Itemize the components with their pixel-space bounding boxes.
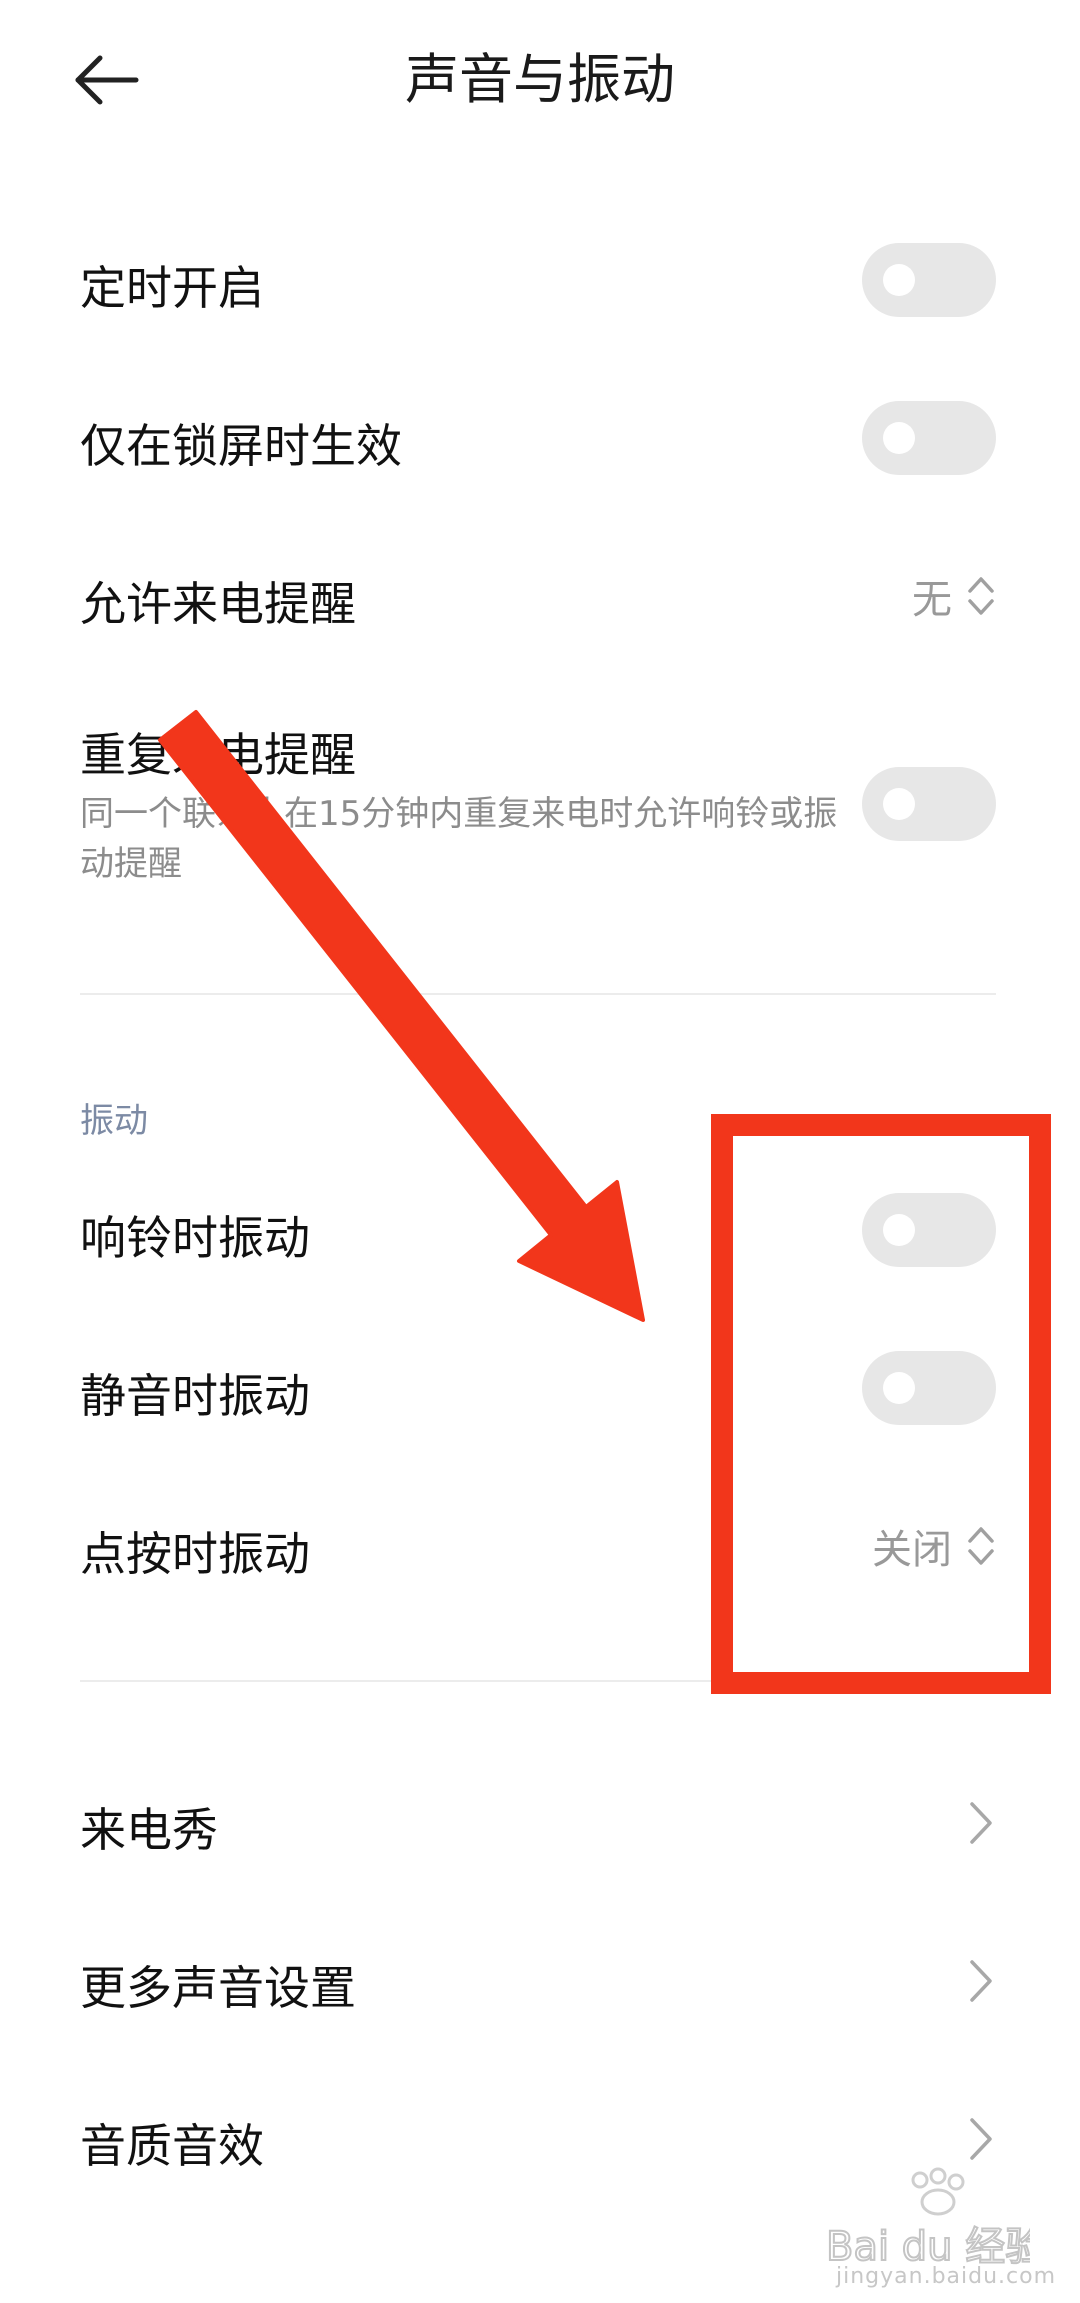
divider (80, 993, 996, 995)
divider (80, 1680, 996, 1682)
section-header-vibration: 振动 (80, 1101, 148, 1141)
watermark-url: jingyan.baidu.com (836, 2264, 1057, 2289)
row-repeat-calls[interactable]: 重复来电提醒 同一个联系人在15分钟内重复来电时允许响铃或振动提醒 (0, 705, 1080, 905)
toggle-knob (883, 1372, 915, 1404)
row-label: 来电秀 (80, 1803, 218, 1857)
settings-screen: 声音与振动 定时开启 仅在锁屏时生效 允许来电提醒 无 重复来电提醒 同一个联系… (0, 0, 1080, 2303)
tap-vibrate-selector[interactable]: 关闭 (872, 1516, 996, 1576)
allow-calls-value: 无 (912, 577, 952, 623)
chevron-right-icon (970, 1802, 992, 1844)
page-title: 声音与振动 (405, 48, 675, 111)
toggle-knob (883, 264, 915, 296)
toggle-knob (883, 422, 915, 454)
row-silent-vibrate[interactable]: 静音时振动 (0, 1338, 1080, 1438)
row-label: 更多声音设置 (80, 1961, 356, 2015)
row-lock-screen-only[interactable]: 仅在锁屏时生效 (0, 388, 1080, 488)
scheduled-on-toggle[interactable] (862, 243, 996, 317)
header: 声音与振动 (0, 0, 1080, 160)
row-audio-quality[interactable]: 音质音效 (0, 2088, 1080, 2188)
row-description: 同一个联系人在15分钟内重复来电时允许响铃或振动提醒 (80, 794, 838, 884)
chevron-right-icon (970, 2118, 992, 2160)
ring-vibrate-toggle[interactable] (862, 1193, 996, 1267)
up-down-chevron-icon (968, 1527, 994, 1565)
chevron-right-icon (970, 1960, 992, 2002)
row-label: 音质音效 (80, 2119, 264, 2173)
row-tap-vibrate[interactable]: 点按时振动 关闭 (0, 1496, 1080, 1596)
row-incoming-show[interactable]: 来电秀 (0, 1772, 1080, 1872)
row-label: 静音时振动 (80, 1369, 310, 1423)
silent-vibrate-toggle[interactable] (862, 1351, 996, 1425)
row-ring-vibrate[interactable]: 响铃时振动 (0, 1180, 1080, 1280)
row-more-sound-settings[interactable]: 更多声音设置 (0, 1930, 1080, 2030)
lock-screen-only-toggle[interactable] (862, 401, 996, 475)
row-label: 定时开启 (80, 261, 264, 315)
toggle-knob (883, 788, 915, 820)
row-allow-calls[interactable]: 允许来电提醒 无 (0, 546, 1080, 646)
row-label: 仅在锁屏时生效 (80, 419, 402, 473)
row-label: 允许来电提醒 (80, 577, 356, 631)
row-label: 响铃时振动 (80, 1211, 310, 1265)
row-label: 重复来电提醒 (80, 728, 356, 782)
tap-vibrate-value: 关闭 (872, 1527, 952, 1573)
up-down-chevron-icon (968, 577, 994, 615)
toggle-knob (883, 1214, 915, 1246)
row-scheduled-on[interactable]: 定时开启 (0, 230, 1080, 330)
allow-calls-selector[interactable]: 无 (912, 566, 996, 626)
repeat-calls-toggle[interactable] (862, 767, 996, 841)
row-label: 点按时振动 (80, 1527, 310, 1581)
